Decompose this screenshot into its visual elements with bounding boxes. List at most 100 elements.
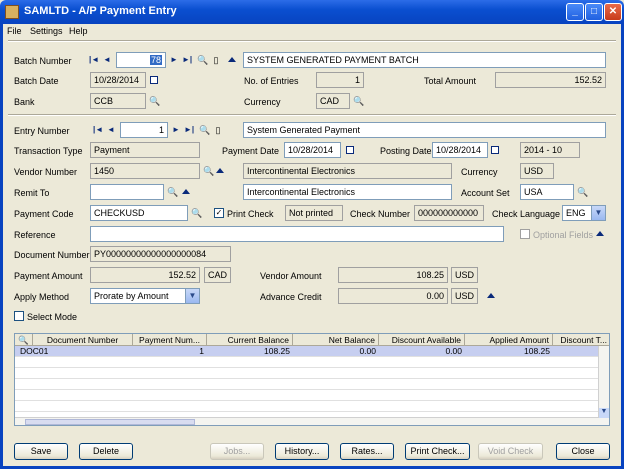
payment-code-finder-icon[interactable]: 🔍 bbox=[191, 208, 202, 218]
optional-fields-expand-icon[interactable] bbox=[596, 231, 604, 236]
advance-credit-label: Advance Credit bbox=[260, 292, 322, 302]
batch-separator bbox=[8, 114, 616, 116]
cell-applied-amount: 108.25 bbox=[524, 346, 550, 356]
print-check-label: Print Check bbox=[227, 209, 274, 219]
account-set-input[interactable]: USA bbox=[520, 184, 574, 200]
scroll-down-icon[interactable]: ▼ bbox=[599, 408, 609, 418]
column-discount-taken[interactable]: Discount T... bbox=[553, 334, 609, 346]
vendor-name-field: Intercontinental Electronics bbox=[243, 163, 452, 179]
rates-button[interactable]: Rates... bbox=[340, 443, 394, 460]
chevron-down-icon[interactable]: ▼ bbox=[185, 289, 199, 303]
payment-date-calendar-icon[interactable] bbox=[346, 146, 354, 154]
posting-date-input[interactable]: 10/28/2014 bbox=[432, 142, 488, 158]
column-discount-available[interactable]: Discount Available bbox=[379, 334, 465, 346]
prev-entry-icon[interactable]: ◄ bbox=[107, 125, 115, 134]
check-language-label: Check Language bbox=[492, 209, 561, 219]
reference-input[interactable] bbox=[90, 226, 504, 242]
total-amount-field: 152.52 bbox=[495, 72, 606, 88]
apply-method-label: Apply Method bbox=[14, 292, 70, 302]
transaction-type-label: Transaction Type bbox=[14, 146, 83, 156]
entry-description-input[interactable]: System Generated Payment bbox=[243, 122, 606, 138]
grid-vertical-scrollbar[interactable]: ▼ bbox=[598, 346, 609, 425]
minimize-button[interactable]: _ bbox=[566, 3, 584, 21]
next-batch-icon[interactable]: ► bbox=[170, 55, 178, 64]
bank-field: CCB bbox=[90, 93, 146, 109]
batch-collapse-icon[interactable] bbox=[228, 57, 236, 62]
posting-date-label: Posting Date bbox=[380, 146, 432, 156]
column-payment-number[interactable]: Payment Num... bbox=[133, 334, 207, 346]
menu-help[interactable]: Help bbox=[69, 26, 88, 36]
vendor-finder-icon[interactable]: 🔍 bbox=[203, 166, 214, 176]
payment-code-input[interactable]: CHECKUSD bbox=[90, 205, 188, 221]
payment-code-label: Payment Code bbox=[14, 209, 74, 219]
cell-discount-available: 0.00 bbox=[445, 346, 462, 356]
payment-date-input[interactable]: 10/28/2014 bbox=[284, 142, 341, 158]
currency-finder-icon[interactable]: 🔍 bbox=[353, 96, 364, 106]
column-document-number[interactable]: Document Number bbox=[33, 334, 133, 346]
jobs-button: Jobs... bbox=[210, 443, 264, 460]
chevron-down-icon[interactable]: ▼ bbox=[591, 206, 605, 220]
posting-date-calendar-icon[interactable] bbox=[491, 146, 499, 154]
check-language-value: ENG bbox=[566, 208, 586, 218]
close-window-button[interactable]: ✕ bbox=[604, 3, 622, 21]
column-net-balance[interactable]: Net Balance bbox=[293, 334, 379, 346]
table-row[interactable]: DOC01 1 108.25 0.00 0.00 108.25 bbox=[15, 346, 599, 357]
optional-fields-label: Optional Fields bbox=[533, 230, 594, 240]
menu-settings[interactable]: Settings bbox=[30, 26, 63, 36]
prev-batch-icon[interactable]: ◄ bbox=[103, 55, 111, 64]
advance-credit-expand-icon[interactable] bbox=[487, 293, 495, 298]
history-button[interactable]: History... bbox=[275, 443, 329, 460]
maximize-button[interactable]: □ bbox=[585, 3, 603, 21]
next-entry-icon[interactable]: ► bbox=[172, 125, 180, 134]
menu-file[interactable]: File bbox=[7, 26, 22, 36]
vendor-amount-label: Vendor Amount bbox=[260, 271, 322, 281]
cell-payment-number: 1 bbox=[199, 346, 204, 356]
last-batch-icon[interactable]: ►| bbox=[182, 55, 192, 64]
column-current-balance[interactable]: Current Balance bbox=[207, 334, 293, 346]
batch-description-input[interactable]: SYSTEM GENERATED PAYMENT BATCH bbox=[243, 52, 606, 68]
account-set-finder-icon[interactable]: 🔍 bbox=[577, 187, 588, 197]
print-check-button[interactable]: Print Check... bbox=[405, 443, 470, 460]
empty-row bbox=[15, 357, 599, 368]
document-number-label: Document Number bbox=[14, 250, 90, 260]
check-language-select[interactable]: ENG ▼ bbox=[562, 205, 606, 221]
batch-calendar-icon[interactable] bbox=[150, 76, 158, 84]
remit-to-name-input[interactable]: Intercontinental Electronics bbox=[243, 184, 452, 200]
grid-finder-header[interactable]: 🔍 bbox=[15, 334, 33, 346]
reference-label: Reference bbox=[14, 230, 56, 240]
check-status-field: Not printed bbox=[285, 205, 343, 221]
scroll-thumb[interactable] bbox=[25, 419, 195, 425]
apply-method-select[interactable]: Prorate by Amount ▼ bbox=[90, 288, 200, 304]
remit-to-info-icon[interactable] bbox=[182, 189, 190, 194]
bank-finder-icon[interactable]: 🔍 bbox=[149, 96, 160, 106]
batch-date-field: 10/28/2014 bbox=[90, 72, 146, 88]
empty-row bbox=[15, 368, 599, 379]
column-applied-amount[interactable]: Applied Amount bbox=[465, 334, 553, 346]
new-entry-icon[interactable]: ▯ bbox=[213, 125, 223, 135]
last-entry-icon[interactable]: ►| bbox=[184, 125, 194, 134]
delete-button[interactable]: Delete bbox=[79, 443, 133, 460]
first-entry-icon[interactable]: |◄ bbox=[93, 125, 103, 134]
remit-to-input[interactable] bbox=[90, 184, 164, 200]
window-frame-left bbox=[0, 24, 3, 469]
new-batch-icon[interactable]: ▯ bbox=[211, 55, 221, 65]
vendor-number-field: 1450 bbox=[90, 163, 200, 179]
batch-finder-icon[interactable]: 🔍 bbox=[197, 55, 208, 65]
entry-finder-icon[interactable]: 🔍 bbox=[199, 125, 210, 135]
documents-grid[interactable]: 🔍 Document Number Payment Num... Current… bbox=[14, 333, 610, 426]
select-mode-checkbox[interactable] bbox=[14, 311, 24, 321]
apply-method-value: Prorate by Amount bbox=[94, 291, 169, 301]
vendor-info-icon[interactable] bbox=[216, 168, 224, 173]
batch-date-label: Batch Date bbox=[14, 76, 59, 86]
grid-horizontal-scrollbar[interactable] bbox=[15, 417, 599, 425]
vendor-amount-field: 108.25 bbox=[338, 267, 448, 283]
save-button[interactable]: Save bbox=[14, 443, 68, 460]
batch-number-input[interactable]: 78 bbox=[116, 52, 166, 68]
entry-number-input[interactable]: 1 bbox=[120, 122, 168, 138]
first-batch-icon[interactable]: |◄ bbox=[89, 55, 99, 64]
print-check-checkbox[interactable]: ✓ bbox=[214, 208, 224, 218]
remit-to-finder-icon[interactable]: 🔍 bbox=[167, 187, 178, 197]
search-icon[interactable]: 🔍 bbox=[18, 335, 29, 345]
close-button[interactable]: Close bbox=[556, 443, 610, 460]
account-set-label: Account Set bbox=[461, 188, 510, 198]
